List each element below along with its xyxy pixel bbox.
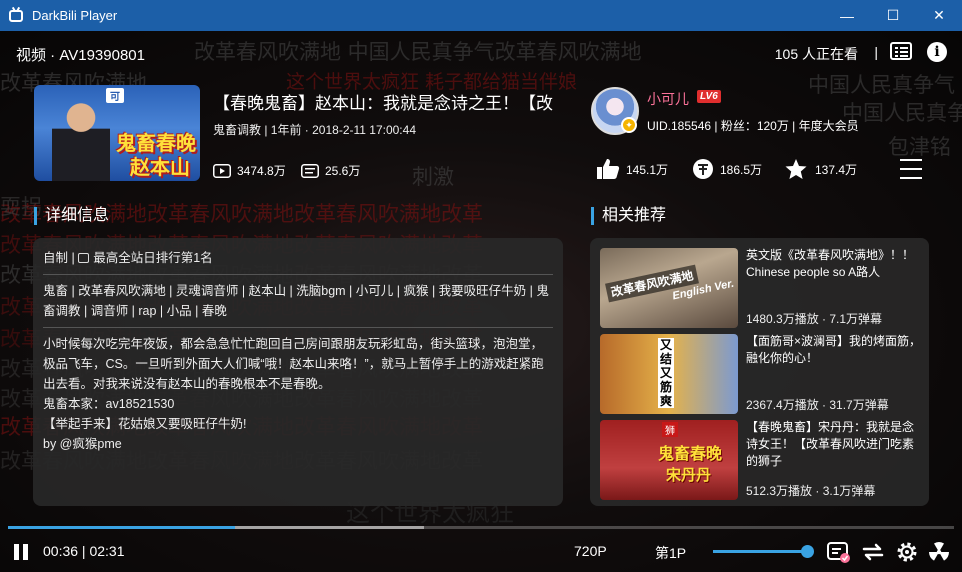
progress-bar[interactable]: [8, 526, 954, 529]
play-count-icon: [213, 163, 231, 178]
recommend-thumbnail: 狮 鬼畜春晚 宋丹丹: [600, 420, 738, 500]
danmaku-count-value: 25.6万: [325, 164, 361, 178]
recommend-stats: 2367.4万播放 · 31.7万弹幕: [746, 398, 889, 412]
divider: [43, 327, 553, 328]
recommend-thumb-tag: 狮: [662, 422, 678, 437]
coin-button[interactable]: 186.5万: [692, 158, 762, 180]
danmaku-count-icon: [301, 163, 319, 178]
rank-icon: [78, 253, 90, 263]
recommend-thumb-text: 鬼畜春晚: [658, 446, 723, 463]
recommend-stats: 1480.3万播放 · 7.1万弹幕: [746, 312, 883, 326]
volume-fill: [713, 550, 807, 553]
rank-text: 最高全站日排行第1名: [93, 251, 213, 265]
details-panel: 自制 | 最高全站日排行第1名 鬼畜 | 改革春风吹满地 | 灵魂调音师 | 赵…: [33, 238, 563, 506]
verified-badge-icon: ✦: [621, 117, 637, 133]
radiation-icon[interactable]: [927, 540, 951, 564]
recommend-thumb-text: 又结又筋爽: [658, 338, 674, 408]
uploader-name[interactable]: 小可儿: [647, 89, 689, 109]
like-button[interactable]: 145.1万: [596, 158, 668, 180]
viewer-count: 105 人正在看: [774, 46, 858, 62]
duration: 02:31: [89, 543, 125, 559]
recommend-stats: 512.3万播放 · 3.1万弹幕: [746, 484, 876, 498]
danmaku-count: 25.6万: [301, 162, 360, 179]
close-button[interactable]: ✕: [916, 0, 962, 31]
volume-knob[interactable]: [801, 545, 814, 558]
coin-icon: [693, 159, 713, 179]
recommend-item[interactable]: 又结又筋爽 【面筋哥×波澜哥】我的烤面筋，融化你的心！ 2367.4万播放 · …: [600, 334, 922, 414]
info-icon[interactable]: i: [927, 42, 947, 62]
volume-slider[interactable]: [713, 545, 814, 558]
thumbnail-tag: 可: [106, 88, 124, 103]
app-title: DarkBili Player: [32, 8, 118, 23]
rank-row: 自制 | 最高全站日排行第1名: [43, 248, 553, 268]
rank-prefix: 自制 |: [43, 251, 75, 265]
maximize-button[interactable]: ☐: [870, 0, 916, 31]
recommend-panel: 改革春风吹满地 English Ver. 英文版《改革春风吹满地》！！ Chin…: [590, 238, 929, 506]
description-credit: by @疯猴pme: [43, 437, 122, 451]
minimize-button[interactable]: —: [824, 0, 870, 31]
recommend-thumbnail: 改革春风吹满地 English Ver.: [600, 248, 738, 328]
video-thumbnail: 可 鬼畜春晚 赵本山: [34, 85, 200, 181]
time-separator: |: [78, 543, 90, 559]
uploader-info: UID.185546 | 粉丝：120万 | 年度大会员: [647, 119, 859, 133]
like-count: 145.1万: [626, 162, 669, 177]
recommend-title: 【面筋哥×波澜哥】我的烤面筋，融化你的心！: [746, 334, 922, 365]
part-selector[interactable]: 第1P: [655, 543, 686, 563]
loop-icon[interactable]: [861, 540, 885, 564]
play-count-value: 3474.8万: [237, 164, 286, 178]
menu-icon[interactable]: [900, 159, 922, 186]
recommend-thumb-sub: 宋丹丹: [666, 467, 712, 484]
thumbnail-person: [52, 93, 110, 181]
video-id: 视频 · AV19390801: [16, 47, 145, 64]
thumbs-up-icon: [597, 159, 620, 179]
tv-icon: [9, 9, 23, 22]
danmaku-toggle-icon[interactable]: [827, 540, 851, 564]
recommend-item[interactable]: 狮 鬼畜春晚 宋丹丹 【春晚鬼畜】宋丹丹：我就是念诗女王！【改革春风吹进门吃素的…: [600, 420, 920, 500]
playlist-icon[interactable]: [890, 42, 912, 60]
coin-count: 186.5万: [720, 162, 763, 177]
thumbnail-text-2: 赵本山: [130, 155, 190, 179]
current-time: 00:36: [43, 543, 79, 559]
favorite-button[interactable]: 137.4万: [785, 158, 857, 180]
recommend-title: 英文版《改革春风吹满地》！！ Chinese people so A路人: [746, 248, 915, 279]
recommend-heading: 相关推荐: [591, 207, 666, 225]
video-area[interactable]: 改革春风吹满地 中国人民真争气改革春风吹满地 改革春风吹满地 这个世界太疯狂 耗…: [0, 31, 962, 572]
time-display: 00:36 | 02:31: [43, 543, 125, 559]
recommend-item[interactable]: 改革春风吹满地 English Ver. 英文版《改革春风吹满地》！！ Chin…: [600, 248, 920, 328]
title-bar: DarkBili Player — ☐ ✕: [0, 0, 962, 31]
video-meta: 鬼畜调教 | 1年前 · 2018-2-11 17:00:44: [213, 123, 416, 137]
video-title: 【春晚鬼畜】赵本山：我就是念诗之王！【改: [213, 94, 553, 113]
favorite-count: 137.4万: [815, 162, 858, 177]
description: 小时候每次吃完年夜饭，都会急急忙忙跑回自己房间跟朋友玩彩虹岛，街头篮球，泡泡堂，…: [43, 337, 544, 391]
details-heading: 详细信息: [34, 207, 109, 225]
description-quote: 【举起手来】花姑娘又要吸旺仔牛奶!: [43, 417, 247, 431]
pause-button[interactable]: [14, 544, 30, 560]
progress-fill: [8, 526, 236, 529]
divider: [43, 274, 553, 275]
window-controls: — ☐ ✕: [824, 0, 962, 31]
tag-list[interactable]: 鬼畜 | 改革春风吹满地 | 灵魂调音师 | 赵本山 | 洗脑bgm | 小可儿…: [43, 281, 553, 321]
level-badge: LV6: [697, 90, 721, 103]
star-icon: [785, 159, 807, 179]
header-separator: |: [874, 44, 878, 60]
quality-selector[interactable]: 720P: [574, 543, 607, 559]
source-link[interactable]: 鬼畜本家：av18521530: [43, 394, 553, 414]
gear-icon[interactable]: [895, 540, 919, 564]
recommend-title: 【春晚鬼畜】宋丹丹：我就是念诗女王！【改革春风吹进门吃素的狮子: [746, 420, 915, 468]
play-count: 3474.8万: [213, 162, 286, 179]
recommend-thumbnail: 又结又筋爽: [600, 334, 738, 414]
